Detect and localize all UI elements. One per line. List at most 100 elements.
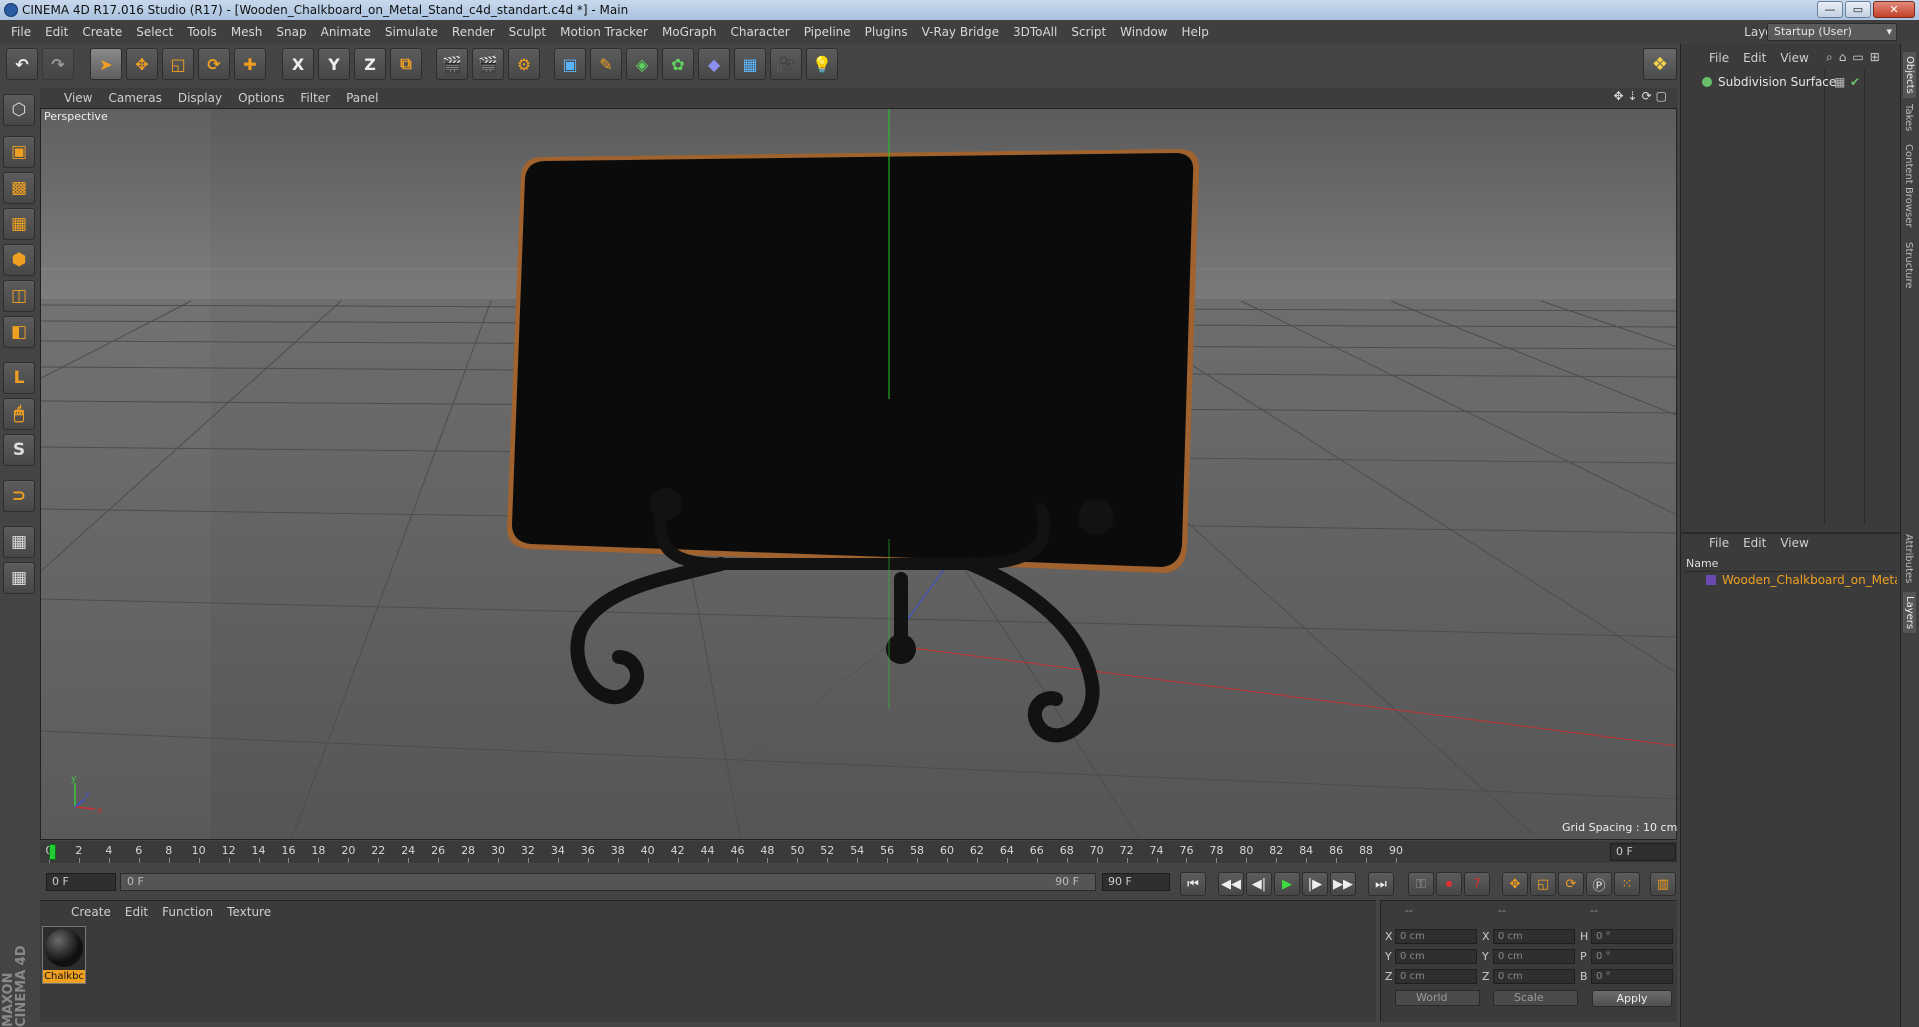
key-position-button[interactable]: ✥ bbox=[1502, 872, 1528, 896]
menu-pipeline[interactable]: Pipeline bbox=[797, 25, 858, 39]
autokey-button[interactable]: ⏺ bbox=[1436, 872, 1462, 896]
points-mode-button[interactable]: ⬢ bbox=[3, 244, 35, 276]
workplane-mode-button[interactable]: ▦ bbox=[3, 208, 35, 240]
coordinate-system-button[interactable]: ⧉ bbox=[390, 48, 422, 80]
render-settings-button[interactable]: ⚙ bbox=[508, 48, 540, 80]
layers-menu-view[interactable]: View bbox=[1773, 536, 1815, 550]
search-icon[interactable]: ⌕ bbox=[1826, 50, 1833, 65]
enabled-check-icon[interactable]: ✔ bbox=[1850, 74, 1860, 90]
menu-sculpt[interactable]: Sculpt bbox=[502, 25, 553, 39]
current-frame-field[interactable]: 0 F bbox=[1610, 843, 1676, 861]
menu-window[interactable]: Window bbox=[1113, 25, 1174, 39]
pos-z-field[interactable]: 0 cm bbox=[1395, 969, 1477, 984]
render-picture-viewer-button[interactable]: 🎬 bbox=[472, 48, 504, 80]
menu-create[interactable]: Create bbox=[75, 25, 129, 39]
tweak-mode-button[interactable]: 🖱 bbox=[3, 398, 35, 430]
render-view-button[interactable]: 🎬 bbox=[436, 48, 468, 80]
size-z-field[interactable]: 0 cm bbox=[1493, 969, 1575, 984]
viewport-menu-cameras[interactable]: Cameras bbox=[100, 91, 169, 105]
viewport-menu-panel[interactable]: Panel bbox=[338, 91, 386, 105]
menu-snap[interactable]: Snap bbox=[269, 25, 313, 39]
record-keys-button[interactable]: ⚿ bbox=[1408, 872, 1434, 896]
viewport-menu-filter[interactable]: Filter bbox=[292, 91, 338, 105]
array-button[interactable]: ✿ bbox=[662, 48, 694, 80]
timeline-window-button[interactable]: ▥ bbox=[1650, 872, 1676, 896]
viewport-maximize-icon[interactable]: ▢ bbox=[1656, 89, 1667, 103]
goto-end-button[interactable]: ⏭ bbox=[1368, 872, 1394, 896]
prev-key-button[interactable]: ◀◀ bbox=[1218, 872, 1244, 896]
coord-system-dropdown[interactable]: World bbox=[1395, 990, 1480, 1006]
home-icon[interactable]: ⌂ bbox=[1839, 50, 1847, 65]
viewport-dolly-icon[interactable]: ⇣ bbox=[1628, 89, 1638, 103]
objects-menu-edit[interactable]: Edit bbox=[1736, 51, 1773, 65]
filter-icon[interactable]: ▭ bbox=[1852, 50, 1863, 65]
start-frame-field[interactable]: 0 F bbox=[46, 873, 116, 891]
material-menu-create[interactable]: Create bbox=[64, 905, 118, 919]
tab-attributes[interactable]: Attributes bbox=[1903, 534, 1914, 583]
prev-frame-button[interactable]: ◀| bbox=[1246, 872, 1272, 896]
goto-start-button[interactable]: ⏮ bbox=[1180, 872, 1206, 896]
menu-mograph[interactable]: MoGraph bbox=[655, 25, 724, 39]
planar-workplane-button[interactable]: ▦ bbox=[3, 562, 35, 594]
snap-button[interactable]: ⊃ bbox=[3, 480, 35, 512]
viewport-move-icon[interactable]: ✥ bbox=[1613, 89, 1623, 103]
viewport-rotate-icon[interactable]: ⟳ bbox=[1642, 89, 1652, 103]
menu-3dtoall[interactable]: 3DToAll bbox=[1006, 25, 1064, 39]
tab-structure[interactable]: Structure bbox=[1903, 242, 1914, 289]
tab-takes[interactable]: Takes bbox=[1903, 104, 1914, 131]
rot-b-field[interactable]: 0 ° bbox=[1591, 969, 1673, 984]
timeline-playhead[interactable] bbox=[49, 844, 56, 860]
light-button[interactable]: 💡 bbox=[806, 48, 838, 80]
key-scale-button[interactable]: ◱ bbox=[1530, 872, 1556, 896]
redo-button[interactable]: ↷ bbox=[42, 48, 74, 80]
z-axis-button[interactable]: Z bbox=[354, 48, 386, 80]
3d-viewport[interactable]: y x z bbox=[40, 108, 1677, 840]
undo-button[interactable]: ↶ bbox=[6, 48, 38, 80]
edges-mode-button[interactable]: ◫ bbox=[3, 280, 35, 312]
visibility-toggle-icon[interactable]: ▦ bbox=[1834, 74, 1845, 90]
layers-name-column-header[interactable]: Name bbox=[1684, 556, 1896, 572]
subdivision-surface-button[interactable]: ◈ bbox=[626, 48, 658, 80]
objects-menu-view[interactable]: View bbox=[1773, 51, 1815, 65]
minimize-button[interactable]: — bbox=[1817, 1, 1843, 18]
pen-spline-button[interactable]: ✎ bbox=[590, 48, 622, 80]
texture-mode-button[interactable]: ▩ bbox=[3, 172, 35, 204]
x-axis-button[interactable]: X bbox=[282, 48, 314, 80]
viewport-menu-options[interactable]: Options bbox=[230, 91, 292, 105]
size-x-field[interactable]: 0 cm bbox=[1493, 929, 1575, 944]
key-pla-button[interactable]: ⁙ bbox=[1614, 872, 1640, 896]
material-menu-edit[interactable]: Edit bbox=[118, 905, 155, 919]
play-button[interactable]: ▶ bbox=[1274, 872, 1300, 896]
solo-button[interactable]: S bbox=[3, 434, 35, 466]
viewport-menu-display[interactable]: Display bbox=[170, 91, 230, 105]
key-parameter-button[interactable]: Ⓟ bbox=[1586, 872, 1612, 896]
add-cube-button[interactable]: ▣ bbox=[554, 48, 586, 80]
rotate-tool-button[interactable]: ⟳ bbox=[198, 48, 230, 80]
menu-render[interactable]: Render bbox=[445, 25, 502, 39]
floor-button[interactable]: ▦ bbox=[734, 48, 766, 80]
timeline-ruler[interactable]: 0246810121416182022242628303234363840424… bbox=[40, 841, 1677, 863]
menu-motion-tracker[interactable]: Motion Tracker bbox=[553, 25, 655, 39]
menu-mesh[interactable]: Mesh bbox=[224, 25, 270, 39]
layer-row[interactable]: Wooden_Chalkboard_on_Metal_S bbox=[1692, 572, 1897, 588]
preview-range-slider[interactable]: 0 F 90 F bbox=[120, 873, 1096, 891]
close-button[interactable]: ✕ bbox=[1873, 1, 1915, 18]
tab-content-browser[interactable]: Content Browser bbox=[1903, 144, 1914, 227]
layout-dropdown[interactable]: Startup (User) bbox=[1767, 23, 1897, 41]
python-script-button[interactable]: ❖ bbox=[1643, 48, 1677, 80]
make-editable-button[interactable]: ⬡ bbox=[3, 94, 35, 126]
next-key-button[interactable]: ▶▶ bbox=[1330, 872, 1356, 896]
maximize-button[interactable]: ▭ bbox=[1845, 1, 1871, 18]
menu-select[interactable]: Select bbox=[129, 25, 180, 39]
menu-script[interactable]: Script bbox=[1064, 25, 1113, 39]
material-menu-function[interactable]: Function bbox=[155, 905, 220, 919]
live-select-button[interactable]: ➤ bbox=[90, 48, 122, 80]
pos-x-field[interactable]: 0 cm bbox=[1395, 929, 1477, 944]
size-mode-dropdown[interactable]: Scale bbox=[1493, 990, 1578, 1006]
objects-menu-file[interactable]: File bbox=[1702, 51, 1736, 65]
deformer-button[interactable]: ◆ bbox=[698, 48, 730, 80]
enable-axis-button[interactable]: L bbox=[3, 362, 35, 394]
pos-y-field[interactable]: 0 cm bbox=[1395, 949, 1477, 964]
object-row-subdivision-surface[interactable]: Subdivision Surface ▦ ✔ bbox=[1690, 74, 1900, 90]
next-frame-button[interactable]: |▶ bbox=[1302, 872, 1328, 896]
